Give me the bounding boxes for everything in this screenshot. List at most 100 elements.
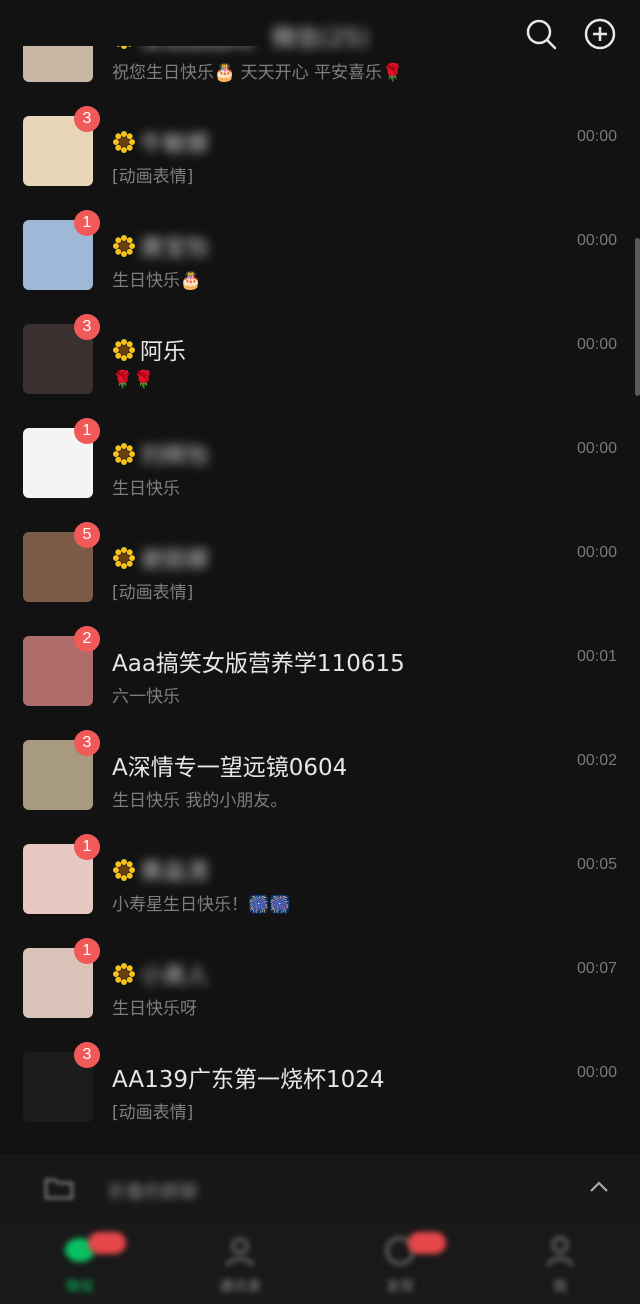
tab-discover[interactable]: 发现 bbox=[320, 1224, 480, 1304]
chat-name: AA139广东第一烧杯1024 bbox=[112, 1067, 385, 1093]
avatar[interactable]: 1 bbox=[23, 938, 100, 1018]
message-time: 00:01 bbox=[576, 648, 617, 665]
me-icon bbox=[547, 1237, 573, 1267]
unread-badge: 3 bbox=[74, 730, 100, 756]
chat-name: 俊逍囡囡皎 bbox=[140, 46, 255, 53]
tab-badge bbox=[88, 1232, 126, 1254]
sunflower-icon bbox=[113, 339, 135, 361]
scrollbar[interactable] bbox=[635, 238, 640, 396]
chat-row[interactable]: 1 小美人生日快乐呀 00:07 bbox=[0, 932, 640, 1036]
chat-name-line: 俊逍囡囡皎 bbox=[112, 46, 255, 54]
chat-name: Aaa搞笑女版营养学110615 bbox=[112, 651, 405, 677]
message-time: 00:02 bbox=[576, 752, 617, 769]
chat-row[interactable]: 5 谢丽娜 [动画表情] 00:00 bbox=[0, 516, 640, 620]
unread-badge: 2 bbox=[74, 626, 100, 652]
sunflower-icon bbox=[116, 46, 132, 49]
unread-badge: 3 bbox=[74, 314, 100, 340]
chat-name-line: 小美人 bbox=[112, 956, 209, 990]
chat-name-line: A深情专一望远镜0604 bbox=[112, 748, 347, 782]
tab-label: 发现 bbox=[386, 1279, 414, 1295]
chat-row[interactable]: 3 A深情专一望远镜0604 生日快乐 我的小朋友。 00:02 bbox=[0, 724, 640, 828]
chat-name: 牛敏娜 bbox=[140, 131, 209, 157]
message-time: 00:00 bbox=[576, 232, 617, 249]
message-time: 00:00 bbox=[576, 128, 617, 145]
message-time: 00:00 bbox=[576, 1064, 617, 1081]
unread-badge: 3 bbox=[74, 1042, 100, 1068]
unread-badge: 1 bbox=[74, 418, 100, 444]
sunflower-icon bbox=[113, 235, 135, 257]
avatar-image bbox=[23, 46, 93, 82]
avatar[interactable]: 3 bbox=[23, 314, 100, 394]
chat-name-line: AA139广东第一烧杯1024 bbox=[112, 1060, 385, 1094]
unread-badge: 1 bbox=[74, 834, 100, 860]
message-preview: 小寿星生日快乐！🎆🎆 bbox=[112, 895, 291, 915]
tab-label: 微信 bbox=[66, 1279, 94, 1295]
message-time: 00:00 bbox=[576, 544, 617, 561]
tab-badge bbox=[408, 1232, 446, 1254]
avatar[interactable]: 3 bbox=[23, 730, 100, 810]
sunflower-icon bbox=[113, 963, 135, 985]
chat-name-line: 黄淼清 bbox=[112, 852, 209, 886]
unread-badge: 1 bbox=[74, 210, 100, 236]
message-time: 00:05 bbox=[576, 856, 617, 873]
avatar[interactable]: 3 bbox=[23, 106, 100, 186]
message-preview: 祝您生日快乐🎂 天天开心 平安喜乐🌹 bbox=[112, 63, 404, 83]
chat-name-line: 唐宝怡 bbox=[112, 228, 209, 262]
avatar[interactable]: 1 bbox=[23, 418, 100, 498]
unread-badge: 5 bbox=[74, 522, 100, 548]
tab-contacts[interactable]: 通讯录 bbox=[160, 1224, 320, 1304]
chat-name: A深情专一望远镜0604 bbox=[112, 755, 348, 781]
avatar[interactable]: 1 bbox=[23, 834, 100, 914]
chat-name: 黄淼清 bbox=[140, 859, 209, 885]
message-preview: [动画表情] bbox=[112, 1103, 194, 1123]
message-preview: 生日快乐呀 bbox=[112, 999, 197, 1019]
message-preview: 🌹🌹 bbox=[112, 370, 155, 390]
chat-name-line: Aaa搞笑女版营养学110615 bbox=[112, 644, 405, 678]
tab-chats[interactable]: 微信 bbox=[0, 1224, 160, 1304]
chat-name-line: 阿乐 bbox=[112, 332, 186, 366]
chat-row[interactable]: 1 刘辉怡 生日快乐 00:00 bbox=[0, 412, 640, 516]
message-time: 00:07 bbox=[576, 960, 617, 977]
chat-name-line: 刘辉怡 bbox=[112, 436, 209, 470]
avatar[interactable]: 3 bbox=[23, 1042, 100, 1122]
avatar[interactable]: 1 bbox=[23, 210, 100, 290]
message-time: 00:00 bbox=[576, 336, 617, 353]
bottom-tab-bar: 微信 通讯录 发现 我 bbox=[0, 1224, 640, 1304]
sunflower-icon bbox=[113, 443, 135, 465]
chat-name: 小美人 bbox=[140, 963, 209, 989]
contacts-icon bbox=[226, 1238, 254, 1267]
avatar[interactable] bbox=[23, 46, 93, 82]
chat-name-line: 牛敏娜 bbox=[112, 124, 209, 158]
chat-name: 刘辉怡 bbox=[140, 443, 209, 469]
message-preview: [动画表情] bbox=[112, 167, 194, 187]
message-preview: 六一快乐 bbox=[112, 687, 180, 707]
message-preview: [动画表情] bbox=[112, 583, 194, 603]
chat-row[interactable]: 俊逍囡囡皎祝您生日快乐🎂 天天开心 平安喜乐🌹00:00 bbox=[0, 46, 640, 100]
chat-name-line: 谢丽娜 bbox=[112, 540, 209, 574]
chat-name: 唐宝怡 bbox=[140, 235, 209, 261]
folder-icon bbox=[45, 1179, 73, 1199]
unread-badge: 3 bbox=[74, 106, 100, 132]
chat-name: 谢丽娜 bbox=[140, 547, 209, 573]
avatar[interactable]: 5 bbox=[23, 522, 100, 602]
avatar[interactable]: 2 bbox=[23, 626, 100, 706]
message-preview: 生日快乐 bbox=[112, 479, 180, 499]
chat-row[interactable]: 3 牛敏娜 [动画表情] 00:00 bbox=[0, 100, 640, 204]
folded-chats-bar[interactable]: 折叠的群聊 bbox=[0, 1154, 640, 1224]
chat-row[interactable]: 3 阿乐 🌹🌹 00:00 bbox=[0, 308, 640, 412]
chat-row[interactable]: 1 黄淼清小寿星生日快乐！🎆🎆 00:05 bbox=[0, 828, 640, 932]
chat-row[interactable]: 2 Aaa搞笑女版营养学110615 六一快乐 00:01 bbox=[0, 620, 640, 724]
tab-label: 通讯录 bbox=[219, 1279, 261, 1295]
message-preview: 生日快乐🎂 bbox=[112, 271, 202, 291]
sunflower-icon bbox=[113, 859, 135, 881]
chat-name: 阿乐 bbox=[140, 339, 186, 365]
chevron-up-icon[interactable] bbox=[588, 1176, 610, 1198]
chat-row[interactable]: 3 AA139广东第一烧杯1024 [动画表情] 00:00 bbox=[0, 1036, 640, 1140]
sunflower-icon bbox=[113, 547, 135, 569]
chat-list[interactable]: 俊逍囡囡皎祝您生日快乐🎂 天天开心 平安喜乐🌹 00:00 3 牛敏娜 [动画表情] 00… bbox=[0, 46, 640, 1154]
chat-row[interactable]: 1 唐宝怡生日快乐🎂 00:00 bbox=[0, 204, 640, 308]
tab-me[interactable]: 我 bbox=[480, 1224, 640, 1304]
message-preview: 生日快乐 我的小朋友。 bbox=[112, 791, 288, 811]
tab-label: 我 bbox=[553, 1279, 567, 1295]
sunflower-icon bbox=[113, 131, 135, 153]
